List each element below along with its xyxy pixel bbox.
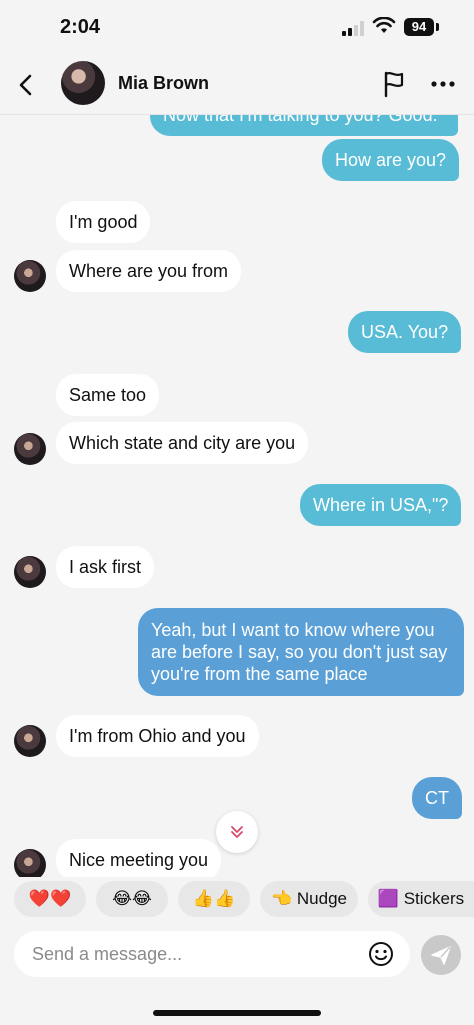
- message-bubble-outgoing[interactable]: USA. You?: [348, 311, 462, 353]
- battery-level: 94: [411, 19, 427, 34]
- send-button[interactable]: [421, 935, 461, 975]
- message-bubble-outgoing[interactable]: Where in USA,"?: [300, 484, 462, 526]
- reaction-chip-laughing[interactable]: 😂😂: [96, 881, 168, 917]
- message-bubble-incoming[interactable]: I'm good: [56, 201, 151, 243]
- sender-avatar[interactable]: [14, 556, 46, 588]
- wifi-icon: [372, 17, 396, 33]
- message-bubble-incoming[interactable]: Where are you from: [56, 250, 242, 292]
- battery-nub: [436, 23, 439, 31]
- reaction-chip-thumbs-up[interactable]: 👍👍: [178, 881, 250, 917]
- message-input[interactable]: [14, 931, 410, 977]
- chat-header: Mia Brown: [0, 56, 474, 115]
- paper-plane-icon: [431, 946, 451, 965]
- message-bubble-incoming[interactable]: Same too: [56, 374, 160, 416]
- more-options-icon[interactable]: [430, 72, 456, 96]
- status-time: 2:04: [60, 16, 101, 38]
- battery-icon: 94: [404, 18, 434, 36]
- message-bubble-outgoing[interactable]: How are you?: [322, 139, 460, 181]
- message-bubble-incoming[interactable]: I'm from Ohio and you: [56, 715, 259, 757]
- cellular-signal-icon: [342, 20, 366, 36]
- scroll-to-bottom-button[interactable]: [216, 811, 258, 853]
- emoji-icon[interactable]: [368, 941, 394, 967]
- message-bubble-outgoing[interactable]: CT: [412, 777, 462, 819]
- quick-reactions-bar: ❤️❤️ 😂😂 👍👍 👈 Nudge 🟪 Stickers: [0, 877, 474, 921]
- double-chevron-down-icon: [231, 826, 243, 838]
- reaction-chip-hearts[interactable]: ❤️❤️: [14, 881, 86, 917]
- nudge-button[interactable]: 👈 Nudge: [260, 881, 358, 917]
- sender-avatar[interactable]: [14, 260, 46, 292]
- contact-name[interactable]: Mia Brown: [118, 73, 209, 94]
- message-bubble-incoming[interactable]: Which state and city are you: [56, 422, 309, 464]
- contact-avatar[interactable]: [61, 61, 105, 105]
- back-chevron-icon[interactable]: [14, 70, 38, 100]
- status-bar: 2:04 94: [0, 0, 474, 56]
- report-flag-icon[interactable]: [382, 70, 406, 98]
- composer: [0, 921, 474, 1025]
- stickers-button[interactable]: 🟪 Stickers: [368, 881, 474, 917]
- message-bubble-outgoing[interactable]: Yeah, but I want to know where you are b…: [138, 608, 464, 696]
- message-bubble-incoming[interactable]: I ask first: [56, 546, 155, 588]
- sender-avatar[interactable]: [14, 725, 46, 757]
- message-bubble-incoming[interactable]: Nice meeting you: [56, 839, 222, 881]
- sender-avatar[interactable]: [14, 433, 46, 465]
- home-indicator: [153, 1010, 321, 1016]
